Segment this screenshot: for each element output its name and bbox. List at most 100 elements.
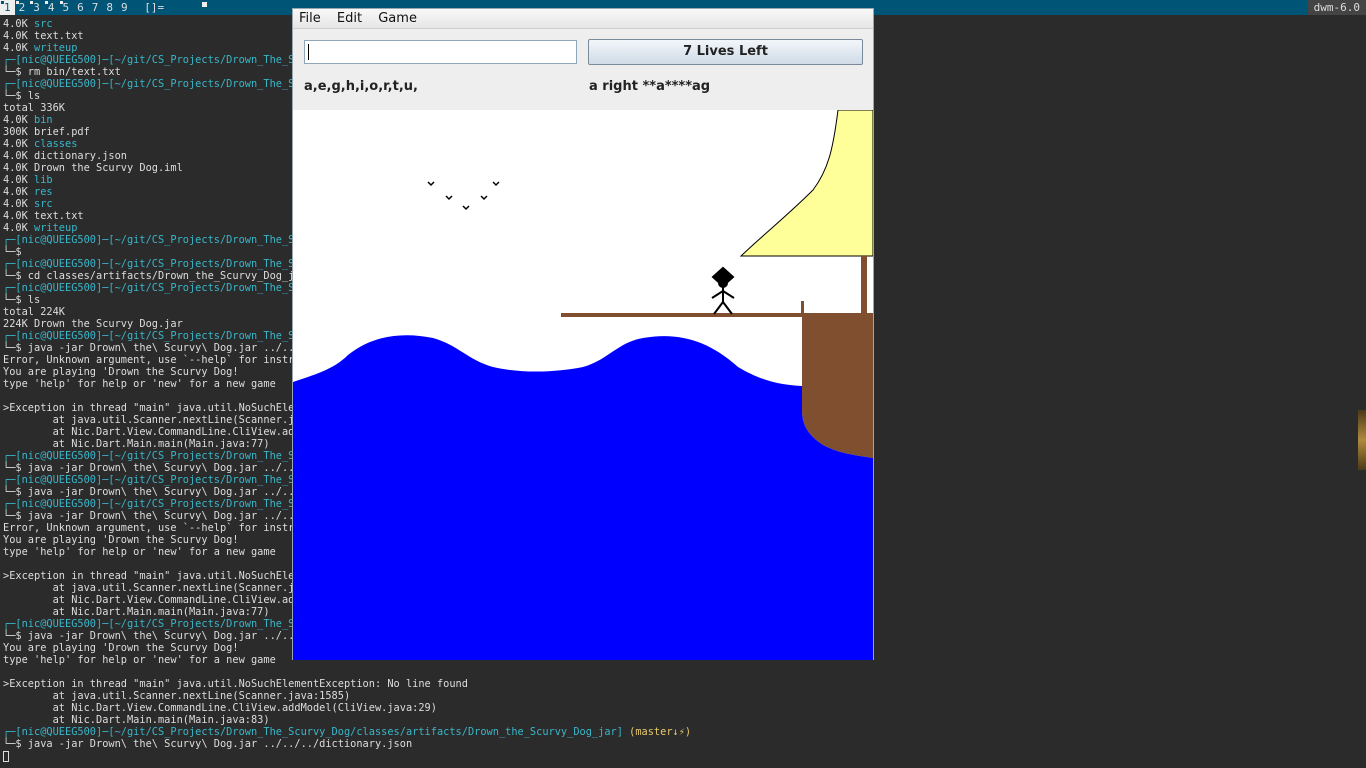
workspace-tag-4[interactable]: 4 [44, 0, 59, 15]
terminal-text: 4.0K dictionary.json [3, 150, 127, 162]
workspace-tag-label: 5 [62, 1, 70, 14]
menu-bar: File Edit Game [293, 9, 873, 29]
terminal-text: at Nic.Dart.Main.main(Main.java:83) [3, 714, 270, 726]
terminal-text: 4.0K Drown the Scurvy Dog.iml [3, 162, 183, 174]
terminal-text: total 336K [3, 102, 65, 114]
terminal-line: └─$ java -jar Drown\ the\ Scurvy\ Dog.ja… [3, 738, 691, 750]
terminal-text: at Nic.Dart.View.CommandLine.CliView.add… [3, 702, 437, 714]
terminal-text: └─$ ls [3, 294, 41, 306]
terminal-text: You are playing 'Drown the Scurvy Dog! [3, 534, 239, 546]
terminal-text: src [34, 198, 53, 210]
plank-post [801, 301, 804, 315]
workspace-tag-2[interactable]: 2 [15, 0, 30, 15]
terminal-text: >Exception in thread "main" java.util.No… [3, 678, 468, 690]
workspace-tag-label: 9 [121, 1, 128, 14]
terminal-text: src [34, 18, 53, 30]
control-panel: 7 Lives Left a,e,g,h,i,o,r,t,u, a right … [293, 30, 873, 110]
workspace-tag-5[interactable]: 5 [59, 0, 74, 15]
menu-game[interactable]: Game [372, 9, 423, 27]
terminal-text: ┌─[nic@QUEEG500]─[~/git/CS_Projects/Drow… [3, 54, 295, 66]
terminal-text: └─$ java -jar Drown\ the\ Scurvy\ Dog.ja… [3, 462, 301, 474]
pirate-head [718, 278, 728, 288]
game-scene [293, 110, 873, 660]
text-caret [308, 44, 309, 60]
workspace-tag-label: 7 [91, 1, 99, 14]
terminal-prompt-line [3, 750, 691, 762]
terminal-text: ┌─[nic@QUEEG500]─[~/git/CS_Projects/Drow… [3, 618, 295, 630]
terminal-text: at java.util.Scanner.nextLine(Scanner.ja… [3, 690, 351, 702]
terminal-text: ┌─[nic@QUEEG500]─[~/git/CS_Projects/Drow… [3, 498, 295, 510]
scene-canvas [293, 110, 873, 660]
tag-occupied-marker [59, 1, 63, 4]
workspace-tag-8[interactable]: 8 [102, 0, 117, 15]
terminal-text: 4.0K [3, 138, 34, 150]
guessed-letters-label: a,e,g,h,i,o,r,t,u, [304, 79, 418, 94]
terminal-text: type 'help' for help or 'new' for a new … [3, 654, 276, 666]
terminal-text: ┌─[nic@QUEEG500]─[~/git/CS_Projects/Drow… [3, 234, 295, 246]
terminal-text: Error, Unknown argument, use `--help` fo… [3, 522, 301, 534]
layout-indicator[interactable]: []= [138, 0, 170, 15]
terminal-text: total 224K [3, 306, 65, 318]
tag-occupied-marker [30, 1, 34, 4]
tag-occupied-marker [1, 1, 4, 4]
lives-left-button[interactable]: 7 Lives Left [588, 39, 863, 65]
terminal-text: └─$ java -jar Drown\ the\ Scurvy\ Dog.ja… [3, 342, 301, 354]
terminal-line: ┌─[nic@QUEEG500]─[~/git/CS_Projects/Drow… [3, 726, 691, 738]
terminal-text: └─$ [3, 246, 22, 258]
terminal-text: ┌─[nic@QUEEG500]─[~/git/CS_Projects/Drow… [3, 258, 295, 270]
terminal-text: >Exception in thread "main" java.util.No… [3, 570, 301, 582]
terminal-text: (master↓⚡) [629, 726, 692, 738]
terminal-text: ┌─[nic@QUEEG500]─[~/git/CS_Projects/Drow… [3, 282, 295, 294]
workspace-tag-label: 4 [47, 1, 55, 14]
terminal-line: at Nic.Dart.View.CommandLine.CliView.add… [3, 702, 691, 714]
workspace-tag-3[interactable]: 3 [29, 0, 44, 15]
terminal-text: └─$ java -jar Drown\ the\ Scurvy\ Dog.ja… [3, 738, 413, 750]
terminal-text: └─$ java -jar Drown\ the\ Scurvy\ Dog.ja… [3, 630, 301, 642]
game-status-label: a right **a****ag [589, 79, 711, 94]
terminal-text: writeup [34, 222, 78, 234]
terminal-text: 4.0K [3, 186, 34, 198]
workspace-tag-1[interactable]: 1 [0, 0, 15, 15]
workspace-tags: 123456789 [0, 0, 132, 15]
terminal-text: at java.util.Scanner.nextLine(Scanner.ja [3, 582, 301, 594]
workspace-tag-9[interactable]: 9 [117, 0, 132, 15]
ship-mast [861, 256, 867, 314]
terminal-text: text.txt [34, 30, 84, 42]
terminal-text: └─$ rm bin/text.txt [3, 66, 121, 78]
menu-edit[interactable]: Edit [331, 9, 368, 27]
terminal-text: lib [34, 174, 53, 186]
terminal-line: at java.util.Scanner.nextLine(Scanner.ja… [3, 690, 691, 702]
terminal-text: Error, Unknown argument, use `--help` fo… [3, 354, 301, 366]
terminal-text: 300K brief.pdf [3, 126, 90, 138]
tag-occupied-marker [44, 1, 48, 4]
workspace-tag-label: 6 [77, 1, 84, 14]
terminal-text: └─$ java -jar Drown\ the\ Scurvy\ Dog.ja… [3, 486, 301, 498]
terminal-text: You are playing 'Drown the Scurvy Dog! [3, 366, 239, 378]
terminal-text: 4.0K [3, 42, 34, 54]
focused-window-indicator [202, 2, 207, 7]
workspace-tag-label: 2 [18, 1, 26, 14]
terminal-text: writeup [34, 42, 78, 54]
workspace-tag-7[interactable]: 7 [88, 0, 103, 15]
terminal-text: res [34, 186, 53, 198]
menu-file[interactable]: File [293, 9, 327, 27]
game-window: File Edit Game 7 Lives Left a,e,g,h,i,o,… [292, 8, 874, 660]
terminal-text: at Nic.Dart.View.CommandLine.CliView.add [3, 594, 301, 606]
tag-occupied-marker [15, 1, 19, 4]
terminal-text: 4.0K [3, 18, 34, 30]
workspace-tag-label: 1 [4, 1, 11, 14]
terminal-text: 4.0K [3, 222, 34, 234]
terminal-text: at Nic.Dart.View.CommandLine.CliView.add [3, 426, 301, 438]
terminal-text: └─$ java -jar Drown\ the\ Scurvy\ Dog.ja… [3, 510, 301, 522]
guess-input[interactable] [304, 40, 577, 64]
terminal-text: You are playing 'Drown the Scurvy Dog! [3, 642, 239, 654]
workspace-tag-6[interactable]: 6 [73, 0, 88, 15]
terminal-text: at Nic.Dart.Main.main(Main.java:77) [3, 606, 270, 618]
terminal-text: └─$ ls [3, 90, 41, 102]
terminal-text: 4.0K [3, 174, 34, 186]
wallpaper-fragment [1358, 410, 1366, 470]
terminal-text: at Nic.Dart.Main.main(Main.java:77) [3, 438, 270, 450]
terminal-text: 4.0K text.txt [3, 210, 84, 222]
terminal-text: ┌─[nic@QUEEG500]─[~/git/CS_Projects/Drow… [3, 330, 295, 342]
